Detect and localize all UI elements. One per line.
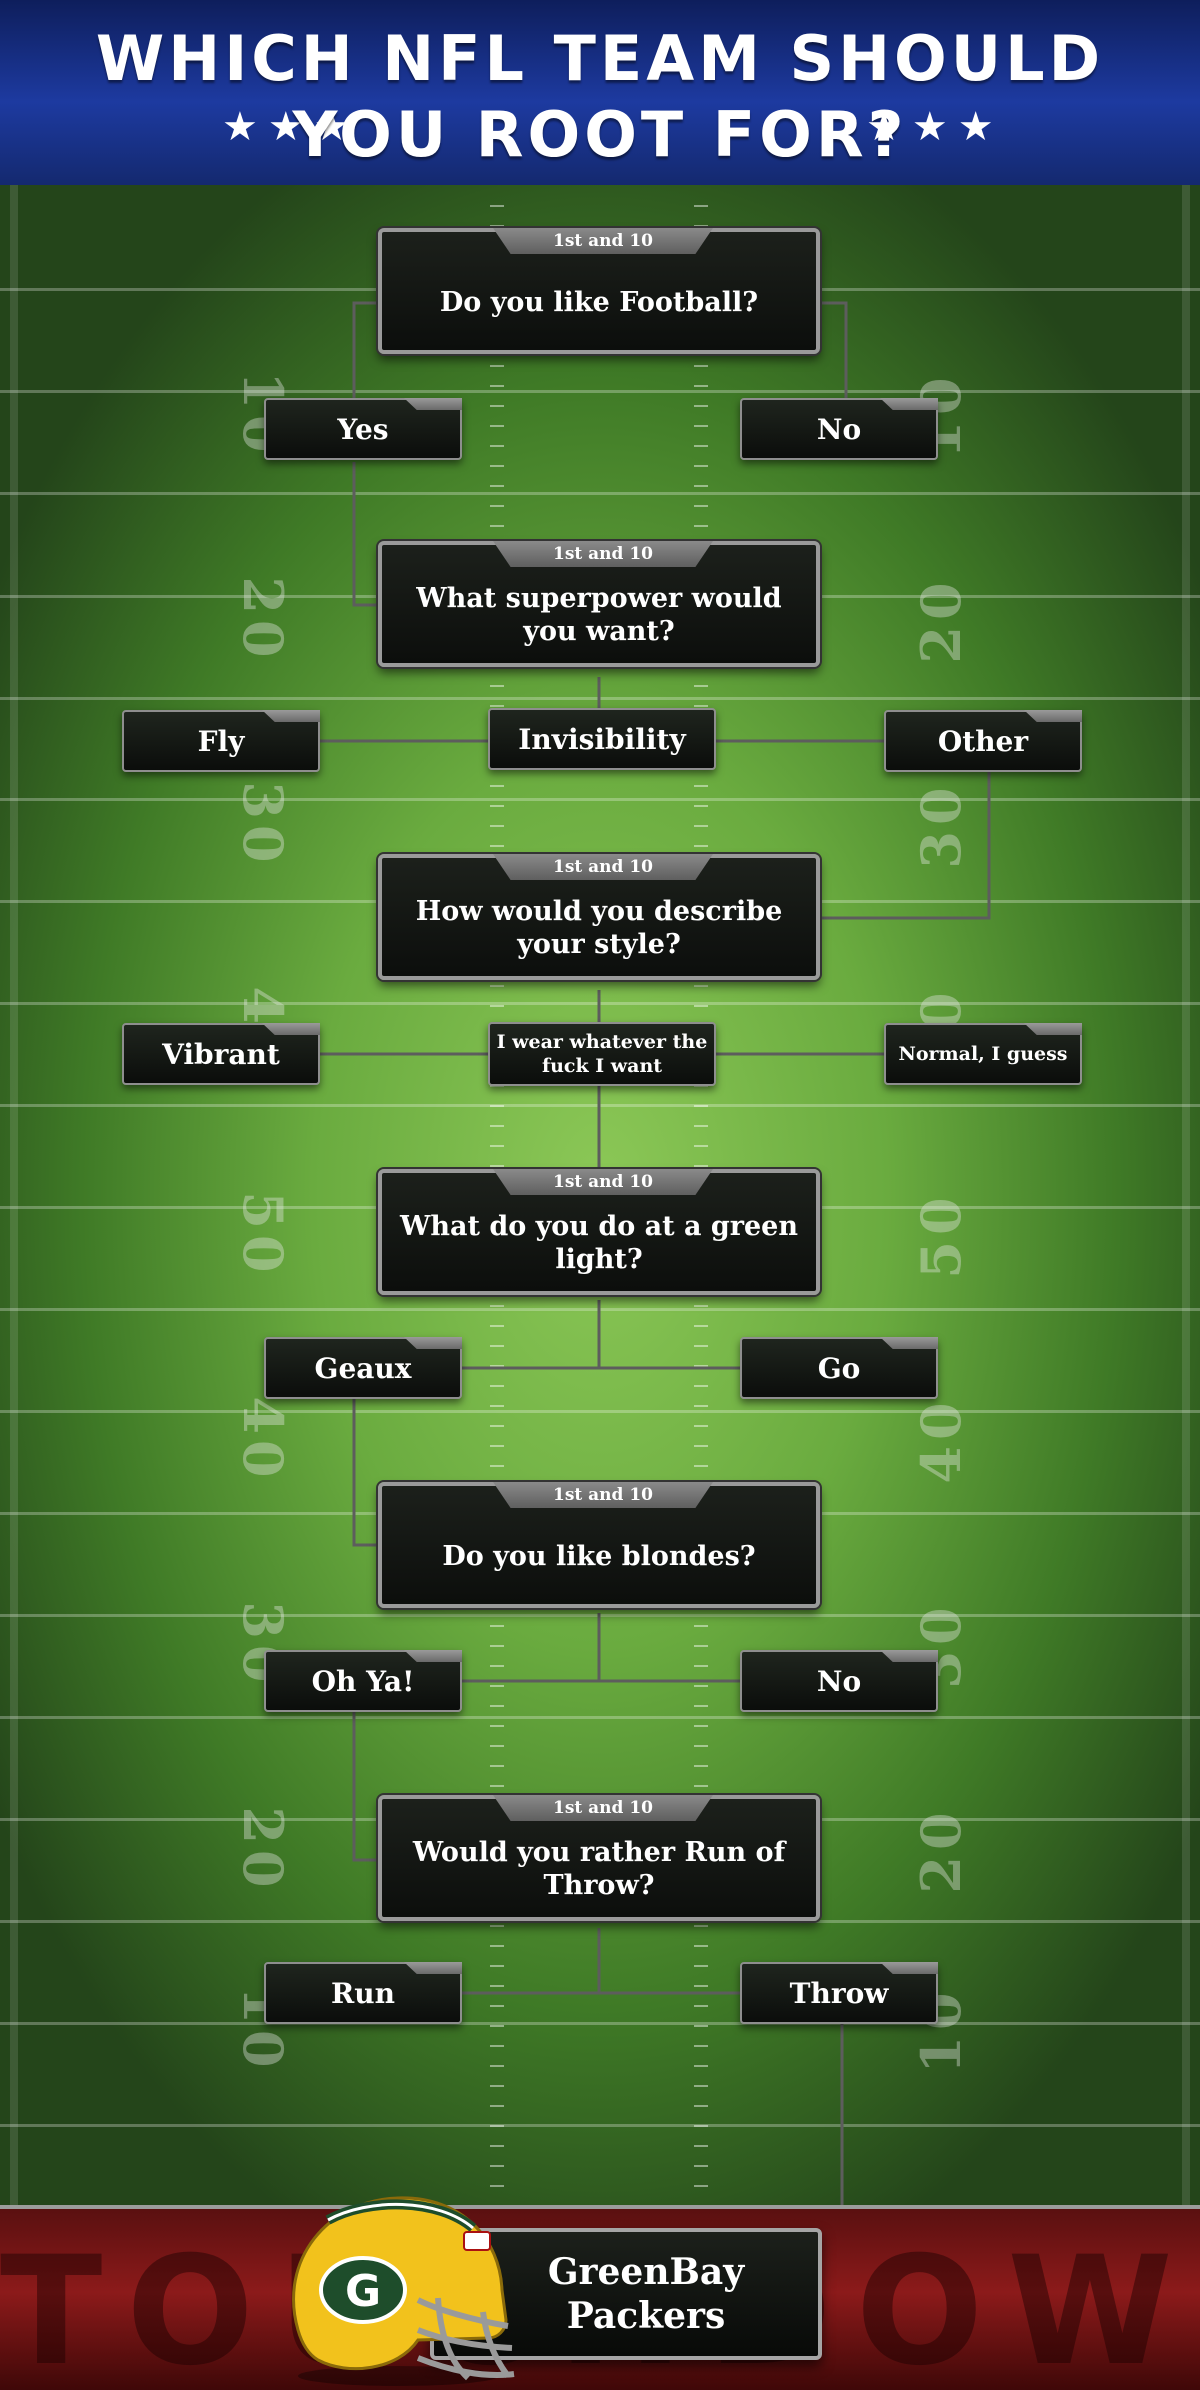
question-box-4: 1st and 10 What do you do at a green lig…	[378, 1169, 820, 1295]
answer-throw: Throw	[740, 1962, 938, 2024]
answer-whatever: I wear whatever the fuck I want	[488, 1022, 716, 1086]
question-text: What superpower would you want?	[416, 583, 782, 647]
question-text: Would you rather Run of Throw?	[412, 1837, 786, 1901]
tab-notch	[880, 1337, 938, 1349]
helmet-logo-letter: G	[345, 2266, 381, 2317]
tab-notch	[1024, 710, 1082, 722]
answer-invisibility: Invisibility	[488, 708, 716, 770]
tab-notch	[880, 1962, 938, 1974]
down-tab: 1st and 10	[493, 541, 713, 567]
answer-normal: Normal, I guess	[884, 1023, 1082, 1085]
tab-notch	[880, 1650, 938, 1662]
answer-yes: Yes	[264, 398, 462, 460]
down-tab: 1st and 10	[493, 1482, 713, 1508]
tab-notch	[404, 1650, 462, 1662]
tab-notch	[1024, 1023, 1082, 1035]
answer-label: No	[816, 1664, 862, 1698]
question-box-5: 1st and 10 Do you like blondes?	[378, 1482, 820, 1608]
answer-label: Oh Ya!	[311, 1664, 415, 1698]
answer-label: Fly	[197, 724, 245, 758]
answer-label: I wear whatever the fuck I want	[496, 1031, 708, 1077]
down-tab: 1st and 10	[493, 1169, 713, 1195]
green-bay-helmet-icon: G	[292, 2196, 515, 2386]
answer-fly: Fly	[122, 710, 320, 772]
answer-other: Other	[884, 710, 1082, 772]
answer-label: No	[816, 412, 862, 446]
answer-label: Yes	[337, 412, 389, 446]
question-box-3: 1st and 10 How would you describe your s…	[378, 854, 820, 980]
answer-label: Run	[331, 1976, 395, 2010]
question-box-2: 1st and 10 What superpower would you wan…	[378, 541, 820, 667]
answer-label: Throw	[789, 1976, 889, 2010]
down-tab: 1st and 10	[493, 1795, 713, 1821]
tab-notch	[880, 398, 938, 410]
question-text: How would you describe your style?	[415, 896, 783, 960]
answer-run: Run	[264, 1962, 462, 2024]
question-text: What do you do at a green light?	[400, 1211, 798, 1275]
infographic: WHICH NFL TEAM SHOULD ★★★ YOU ROOT FOR? …	[0, 0, 1200, 2390]
tab-notch	[262, 1023, 320, 1035]
question-text: Do you like blondes?	[442, 1540, 756, 1572]
helmet-sticker	[463, 2231, 491, 2251]
answer-label: Invisibility	[518, 722, 686, 756]
answer-no-2: No	[740, 1650, 938, 1712]
answer-label: Other	[937, 724, 1029, 758]
question-text: Do you like Football?	[439, 286, 759, 318]
question-box-6: 1st and 10 Would you rather Run of Throw…	[378, 1795, 820, 1921]
answer-oh-ya: Oh Ya!	[264, 1650, 462, 1712]
tab-notch	[404, 1962, 462, 1974]
tab-notch	[262, 710, 320, 722]
down-tab: 1st and 10	[493, 854, 713, 880]
down-tab: 1st and 10	[493, 228, 713, 254]
answer-vibrant: Vibrant	[122, 1023, 320, 1085]
answer-label: Geaux	[314, 1351, 412, 1385]
result-team: GreenBay Packers	[547, 2251, 745, 2337]
tab-notch	[404, 398, 462, 410]
answer-label: Go	[817, 1351, 861, 1385]
answer-geaux: Geaux	[264, 1337, 462, 1399]
question-box-1: 1st and 10 Do you like Football?	[378, 228, 820, 354]
answer-go: Go	[740, 1337, 938, 1399]
answer-label: Normal, I guess	[898, 1043, 1068, 1065]
answer-no: No	[740, 398, 938, 460]
tab-notch	[404, 1337, 462, 1349]
answer-label: Vibrant	[162, 1037, 280, 1071]
